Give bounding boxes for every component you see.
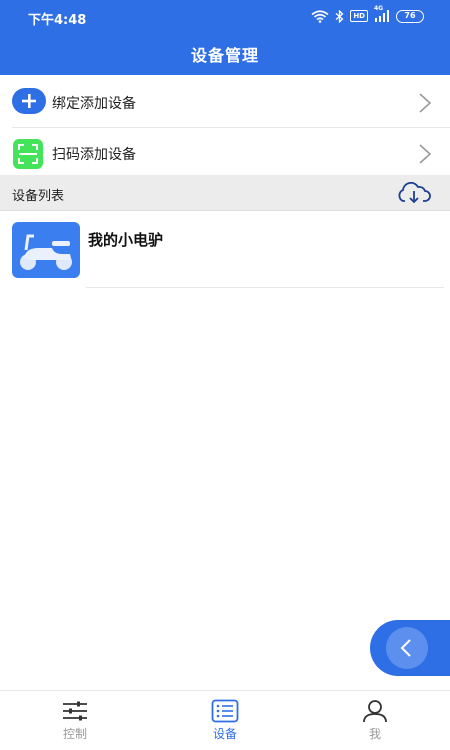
network-type: 4G [374, 5, 384, 12]
tab-device-label: 设备 [212, 727, 237, 741]
bind-add-device-row[interactable]: 绑定添加设备 [0, 77, 450, 127]
scan-add-device-row[interactable]: 扫码添加设备 [0, 128, 450, 178]
tab-control-label: 控制 [62, 727, 87, 741]
device-list-item[interactable]: 我的小电驴 [0, 212, 450, 288]
battery-icon: 76 [396, 9, 424, 23]
device-list-title: 设备列表 [12, 189, 65, 204]
device-divider [86, 287, 444, 288]
tab-me[interactable]: 我 [325, 695, 425, 749]
status-bar: 下午4:48 HD 4G 76 [0, 0, 450, 32]
user-icon [363, 700, 387, 723]
chevron-right-icon [419, 93, 432, 113]
page-title: 设备管理 [190, 46, 259, 65]
bottom-tab-bar: 控制 设备 我 [0, 690, 450, 750]
bind-add-device-label: 绑定添加设备 [52, 96, 136, 112]
scan-add-device-label: 扫码添加设备 [52, 147, 136, 163]
back-button-circle [386, 627, 428, 669]
list-icon [211, 699, 239, 723]
status-icons: HD 4G 76 [311, 5, 424, 24]
wifi-icon [311, 9, 329, 23]
signal-indicator: 4G [374, 5, 390, 22]
tab-me-label: 我 [368, 727, 381, 741]
cloud-download-icon[interactable] [396, 182, 432, 204]
app-header: 下午4:48 HD 4G 76 设备管理 [0, 0, 450, 75]
device-list-header: 设备列表 [0, 175, 450, 211]
chevron-left-icon [400, 639, 411, 657]
sliders-icon [63, 701, 87, 721]
floating-back-button[interactable] [370, 620, 450, 676]
tab-device[interactable]: 设备 [175, 695, 275, 749]
status-time: 下午4:48 [28, 13, 87, 28]
plus-circle-icon [12, 88, 46, 114]
scooter-icon [12, 222, 80, 278]
chevron-right-icon [419, 144, 432, 164]
scan-icon [13, 139, 43, 169]
bluetooth-icon [335, 9, 344, 23]
tab-control[interactable]: 控制 [25, 695, 125, 749]
device-name: 我的小电驴 [88, 231, 164, 249]
hd-badge: HD [350, 10, 368, 22]
